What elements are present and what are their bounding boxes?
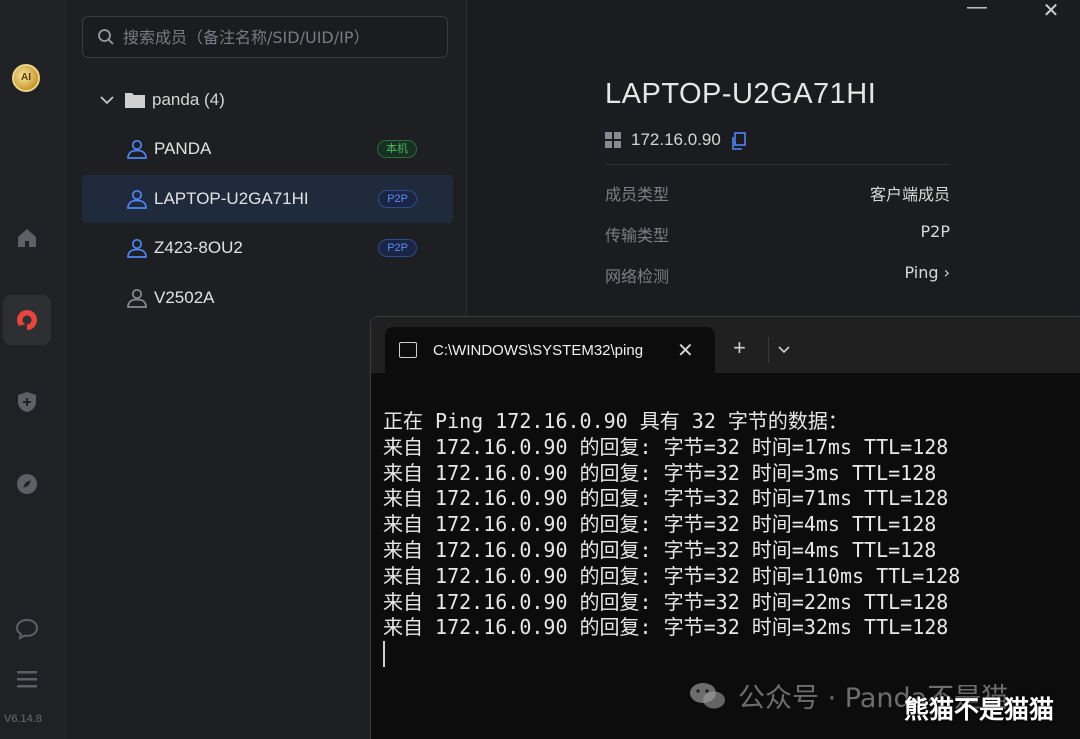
group-label: panda (4)	[152, 90, 225, 109]
close-button[interactable]: ✕	[1036, 0, 1066, 23]
group-header-panda[interactable]: panda (4)	[100, 86, 225, 114]
member-row-z423[interactable]: Z423-8OU2 P2P	[82, 224, 453, 272]
detail-row-member-type: 成员类型 客户端成员	[605, 181, 950, 205]
member-ip-row: 172.16.0.90	[605, 130, 747, 150]
output-line: 来自 172.16.0.90 的回复: 字节=32 时间=32ms TTL=12…	[383, 615, 949, 640]
search-input[interactable]	[123, 27, 443, 47]
terminal-tab[interactable]: C:\WINDOWS\SYSTEM32\ping ✕	[385, 327, 715, 373]
menu-icon[interactable]	[0, 654, 54, 704]
search-icon	[97, 28, 115, 46]
search-box[interactable]	[82, 16, 448, 58]
detail-row-network-check[interactable]: 网络检测 Ping ›	[605, 263, 950, 287]
member-name: V2502A	[154, 288, 215, 307]
text-cursor	[383, 641, 385, 667]
self-badge: 本机	[377, 140, 417, 158]
row-value: 客户端成员	[869, 185, 950, 204]
divider	[768, 337, 769, 363]
tab-dropdown-button[interactable]	[777, 337, 791, 368]
folder-icon	[124, 91, 146, 109]
member-row-laptop[interactable]: LAPTOP-U2GA71HI P2P	[82, 175, 453, 223]
wechat-icon	[688, 680, 728, 712]
output-line: 来自 172.16.0.90 的回复: 字节=32 时间=17ms TTL=12…	[383, 434, 949, 459]
version-label: V6.14.8	[4, 713, 42, 725]
new-tab-button[interactable]: +	[733, 335, 746, 361]
home-icon[interactable]	[0, 213, 54, 263]
row-key: 传输类型	[605, 226, 670, 245]
user-icon	[126, 188, 148, 210]
ping-link[interactable]: Ping ›	[904, 263, 950, 287]
avatar[interactable]: AI	[12, 64, 40, 92]
tab-close-button[interactable]: ✕	[677, 338, 694, 363]
output-line: 来自 172.16.0.90 的回复: 字节=32 时间=22ms TTL=12…	[383, 589, 949, 614]
p2p-badge: P2P	[378, 190, 417, 208]
watermark-overlay: 熊猫不是猫猫	[904, 695, 1055, 724]
windows-icon	[605, 132, 621, 148]
member-title: LAPTOP-U2GA71HI	[605, 78, 877, 110]
member-name: LAPTOP-U2GA71HI	[154, 189, 309, 208]
shield-plus-icon[interactable]	[0, 377, 54, 427]
network-icon[interactable]	[3, 295, 51, 345]
p2p-badge: P2P	[378, 239, 417, 257]
row-key: 成员类型	[605, 185, 670, 204]
member-name: Z423-8OU2	[154, 238, 243, 257]
output-line: 正在 Ping 172.16.0.90 具有 32 字节的数据：	[383, 409, 848, 433]
member-ip: 172.16.0.90	[631, 130, 721, 149]
user-icon	[126, 138, 148, 160]
terminal-tab-title: C:\WINDOWS\SYSTEM32\ping	[433, 341, 644, 359]
member-name: PANDA	[154, 139, 212, 158]
chat-icon[interactable]	[0, 604, 54, 654]
terminal-tab-bar: C:\WINDOWS\SYSTEM32\ping ✕ +	[371, 317, 1080, 373]
row-value: P2P	[920, 222, 950, 241]
terminal-icon	[399, 342, 417, 358]
output-line: 来自 172.16.0.90 的回复: 字节=32 时间=71ms TTL=12…	[383, 486, 949, 511]
output-line: 来自 172.16.0.90 的回复: 字节=32 时间=3ms TTL=128	[383, 460, 937, 485]
user-offline-icon	[126, 287, 148, 309]
output-line: 来自 172.16.0.90 的回复: 字节=32 时间=4ms TTL=128	[383, 537, 937, 562]
member-row-v2502a[interactable]: V2502A	[82, 274, 453, 322]
copy-icon[interactable]	[731, 132, 747, 150]
user-icon	[126, 237, 148, 259]
row-key: 网络检测	[605, 267, 670, 286]
compass-icon[interactable]	[0, 459, 54, 509]
chevron-down-icon	[100, 90, 116, 110]
output-line: 来自 172.16.0.90 的回复: 字节=32 时间=110ms TTL=1…	[383, 563, 961, 588]
left-rail: AI V6.14.8	[0, 0, 66, 739]
member-row-panda[interactable]: PANDA 本机	[82, 125, 453, 173]
divider	[605, 164, 950, 165]
terminal-output: 正在 Ping 172.16.0.90 具有 32 字节的数据： 来自 172.1…	[383, 409, 960, 641]
output-line: 来自 172.16.0.90 的回复: 字节=32 时间=4ms TTL=128	[383, 512, 937, 537]
detail-row-transport-type: 传输类型 P2P	[605, 222, 950, 246]
minimize-button[interactable]: —	[962, 0, 992, 19]
